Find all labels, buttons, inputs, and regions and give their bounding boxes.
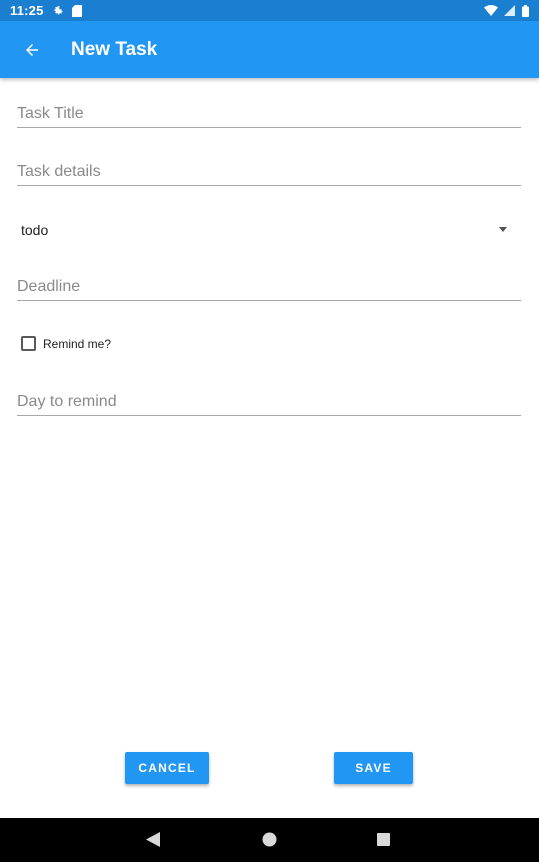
sd-card-icon bbox=[71, 4, 82, 17]
arrow-back-icon[interactable] bbox=[0, 21, 64, 78]
settings-icon bbox=[52, 5, 64, 17]
task-details-input[interactable] bbox=[17, 163, 521, 181]
deadline-field bbox=[17, 261, 521, 301]
day-to-remind-field bbox=[17, 376, 521, 416]
cancel-button[interactable]: CANCEL bbox=[125, 752, 209, 784]
recents-nav-icon[interactable] bbox=[377, 833, 390, 851]
task-title-input[interactable] bbox=[17, 105, 521, 123]
day-to-remind-input[interactable] bbox=[17, 393, 521, 411]
status-select[interactable]: todo bbox=[17, 212, 521, 248]
back-nav-icon[interactable] bbox=[146, 832, 160, 852]
status-select-value: todo bbox=[21, 222, 49, 238]
deadline-input[interactable] bbox=[17, 278, 521, 296]
task-title-field bbox=[17, 88, 521, 128]
remind-me-checkbox-row[interactable]: Remind me? bbox=[21, 336, 111, 351]
remind-me-label: Remind me? bbox=[43, 336, 112, 351]
wifi-icon bbox=[484, 5, 498, 16]
status-time: 11:25 bbox=[10, 3, 44, 18]
dropdown-arrow-icon bbox=[499, 227, 507, 232]
home-nav-icon[interactable] bbox=[262, 832, 277, 852]
save-button[interactable]: SAVE bbox=[334, 752, 413, 784]
status-bar: 11:25 bbox=[0, 0, 539, 21]
page-title: New Task bbox=[71, 38, 158, 60]
signal-icon bbox=[504, 5, 515, 16]
navigation-bar bbox=[0, 818, 539, 862]
remind-me-checkbox[interactable] bbox=[21, 336, 36, 351]
battery-icon bbox=[522, 4, 529, 17]
task-details-field bbox=[17, 146, 521, 186]
app-bar: New Task bbox=[0, 21, 539, 78]
